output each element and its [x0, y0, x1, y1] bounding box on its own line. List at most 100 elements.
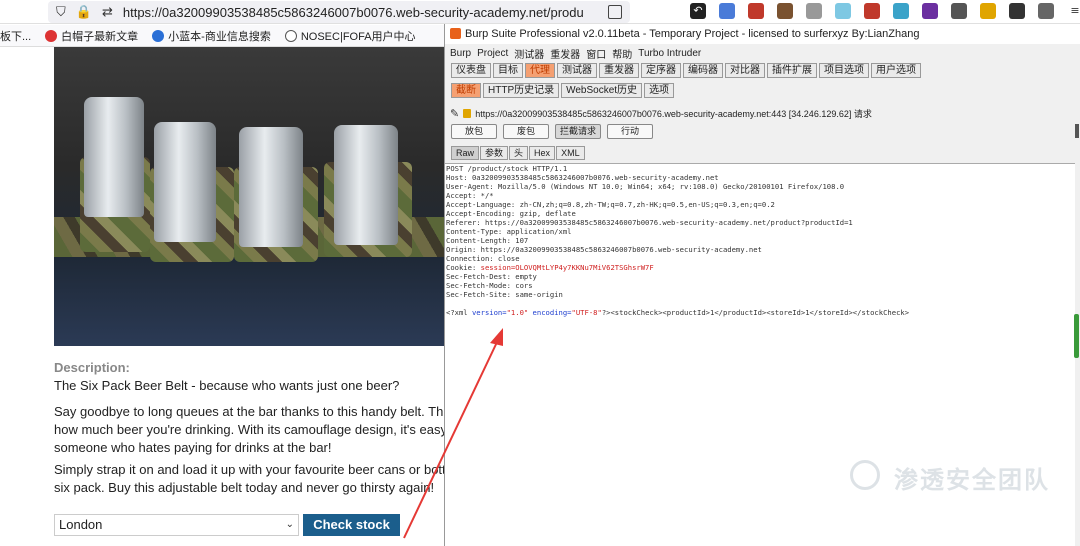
menu-item[interactable]: Project	[477, 48, 508, 59]
product-text-line: Say goodbye to long queues at the bar th…	[54, 404, 444, 419]
tab-project-options[interactable]: 项目选项	[819, 63, 869, 78]
tab-http-history[interactable]: HTTP历史记录	[483, 83, 560, 98]
request-line: Content-Length: 107	[446, 236, 529, 245]
store-selected-value: London	[59, 517, 103, 532]
intercept-actions: 放包 废包 拦截请求 行动	[451, 124, 653, 139]
extension-icon[interactable]	[719, 3, 735, 19]
request-line: Sec-Fetch-Site: same-origin	[446, 290, 563, 299]
burp-title: Burp Suite Professional v2.0.11beta - Te…	[465, 28, 920, 40]
extensions-bar: ↶ ≡	[690, 3, 1080, 19]
reader-view-icon[interactable]	[608, 5, 622, 19]
xml-token: <?xml	[446, 308, 472, 317]
url-bar[interactable]: ⛉ 🔒 ⇄ https://0a32009903538485c586324600…	[48, 1, 630, 23]
menu-item[interactable]: 重发器	[550, 46, 580, 61]
burp-logo-icon	[450, 28, 461, 39]
tab-proxy-options[interactable]: 选项	[644, 83, 675, 98]
tab-hex[interactable]: Hex	[529, 146, 556, 160]
tab-repeater[interactable]: 重发器	[599, 63, 639, 78]
tab-params[interactable]: 参数	[480, 146, 509, 160]
cookie-line: Cookie: session=OLOVQMtLYP4y7KKNu7MiV62T…	[446, 263, 1075, 272]
tab-websocket-history[interactable]: WebSocket历史	[561, 83, 643, 98]
screen: ⛉ 🔒 ⇄ https://0a32009903538485c586324600…	[0, 0, 1080, 546]
extension-icon[interactable]	[748, 3, 764, 19]
tab-decoder[interactable]: 编码器	[683, 63, 723, 78]
extension-icon[interactable]	[806, 3, 822, 19]
extension-icon[interactable]	[922, 3, 938, 19]
pencil-icon[interactable]: ✎	[450, 107, 459, 120]
menu-item[interactable]: Turbo Intruder	[638, 48, 701, 59]
back-arrow-icon[interactable]: ↶	[690, 3, 706, 19]
request-line: User-Agent: Mozilla/5.0 (Windows NT 10.0…	[446, 182, 845, 191]
request-line: Origin: https://0a32009903538485c5863246…	[446, 245, 762, 254]
forward-button[interactable]: 放包	[451, 124, 497, 139]
tab-headers[interactable]: 头	[509, 146, 529, 160]
bookmark-icon	[45, 29, 58, 42]
permissions-icon[interactable]: ⇄	[102, 5, 113, 20]
product-tagline: The Six Pack Beer Belt - because who wan…	[54, 378, 400, 393]
intercept-toggle-button[interactable]: 拦截请求	[555, 124, 601, 139]
vertical-scrollbar[interactable]	[1074, 314, 1079, 358]
extension-icon[interactable]	[951, 3, 967, 19]
menu-icon[interactable]: ≡	[1067, 3, 1080, 19]
key-icon[interactable]	[980, 3, 996, 19]
cookie-key: Cookie:	[446, 263, 481, 272]
bookmark-item[interactable]: 白帽子最新文章	[45, 28, 138, 44]
xml-body-line: <?xml version="1.0" encoding="UTF-8"?><s…	[446, 308, 1075, 317]
request-line: Accept-Encoding: gzip, deflate	[446, 209, 576, 218]
cookie-icon[interactable]	[777, 3, 793, 19]
tab-raw[interactable]: Raw	[451, 146, 480, 160]
store-select[interactable]: London ⌄	[54, 514, 299, 536]
menu-item[interactable]: 帮助	[612, 46, 632, 61]
menu-item[interactable]: 窗口	[586, 46, 606, 61]
request-line: Referer: https://0a32009903538485c586324…	[446, 218, 853, 227]
extension-icon[interactable]	[1009, 3, 1025, 19]
xml-token: encoding=	[528, 308, 572, 317]
menu-item[interactable]: Burp	[450, 48, 471, 59]
tab-sequencer[interactable]: 定序器	[641, 63, 681, 78]
drop-button[interactable]: 废包	[503, 124, 549, 139]
tab-dashboard[interactable]: 仪表盘	[451, 63, 491, 78]
bookmark-item[interactable]: 板下...	[0, 28, 31, 44]
request-line: Connection: close	[446, 254, 520, 263]
bookmark-item[interactable]: NOSEC|FOFA用户中心	[284, 28, 416, 44]
description-heading: Description:	[54, 360, 130, 375]
xml-token: "UTF-8"	[571, 308, 602, 317]
menu-item[interactable]: 测试器	[514, 46, 544, 61]
request-line: Sec-Fetch-Dest: empty	[446, 272, 537, 281]
watermark-logo-icon	[850, 460, 880, 490]
toggle-icon[interactable]	[893, 3, 909, 19]
tab-target[interactable]: 目标	[493, 63, 523, 78]
tab-comparer[interactable]: 对比器	[725, 63, 765, 78]
tab-intercept[interactable]: 截断	[451, 83, 481, 98]
check-stock-button[interactable]: Check stock	[303, 514, 400, 536]
request-line: POST /product/stock HTTP/1.1	[446, 164, 568, 173]
action-button[interactable]: 行动	[607, 124, 653, 139]
extension-icon[interactable]	[1038, 3, 1054, 19]
message-view-tabs: Raw 参数 头 Hex XML	[451, 146, 585, 160]
product-text-line: someone who hates paying for drinks at t…	[54, 440, 332, 455]
request-line: Accept: */*	[446, 191, 494, 200]
scroll-handle[interactable]	[1075, 124, 1079, 138]
request-target: https://0a32009903538485c5863246007b0076…	[475, 108, 872, 119]
tab-xml[interactable]: XML	[556, 146, 585, 160]
watermark-text: 渗透安全团队	[894, 467, 1050, 494]
shield-icon[interactable]: ⛉	[56, 5, 66, 20]
bookmark-item[interactable]: 小蓝本-商业信息搜索	[152, 28, 271, 44]
tab-proxy[interactable]: 代理	[525, 63, 555, 78]
product-text-line: how much beer you're drinking. With its …	[54, 422, 444, 437]
product-image	[54, 47, 444, 346]
lock-icon[interactable]: 🔒	[76, 5, 92, 20]
url-text[interactable]: https://0a32009903538485c5863246007b0076…	[123, 5, 583, 20]
tab-extender[interactable]: 插件扩展	[767, 63, 817, 78]
burp-main-tabs: 仪表盘 目标 代理 测试器 重发器 定序器 编码器 对比器 插件扩展 项目选项 …	[451, 63, 921, 78]
cookie-value: session=OLOVQMtLYP4y7KKNu7MiV62TSGhsrW7F	[480, 263, 654, 272]
extension-icon[interactable]	[864, 3, 880, 19]
burp-menubar: Burp Project 测试器 重发器 窗口 帮助 Turbo Intrude…	[445, 45, 701, 61]
tab-user-options[interactable]: 用户选项	[871, 63, 921, 78]
tab-intruder[interactable]: 测试器	[557, 63, 597, 78]
extension-icon[interactable]	[835, 3, 851, 19]
xml-token: ?><stockCheck><productId>1</productId><s…	[601, 308, 910, 317]
xml-token: version=	[471, 308, 507, 317]
product-text-line: Simply strap it on and load it up with y…	[54, 462, 444, 477]
